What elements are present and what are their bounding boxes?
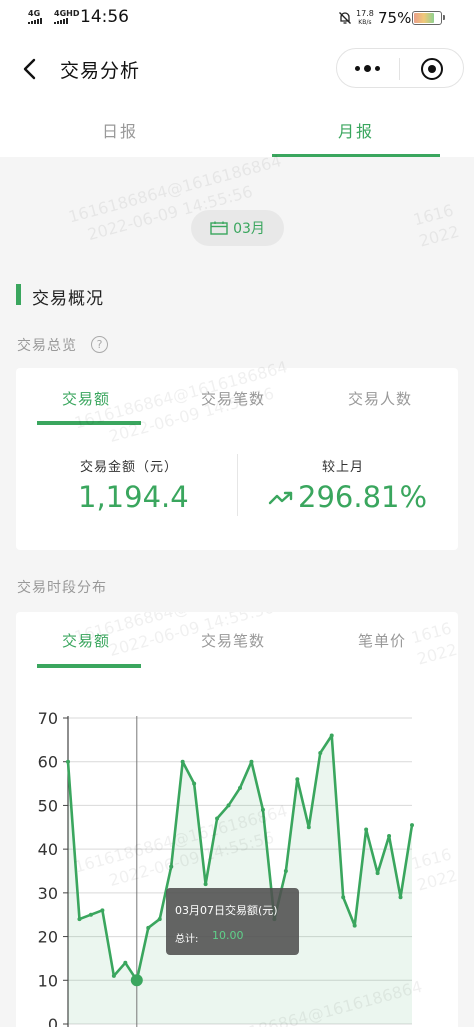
amount-label: 交易金额（元） [80, 460, 179, 475]
y-tick-label: 10 [38, 971, 58, 990]
data-point [295, 777, 300, 782]
overview-tab-indicator [37, 421, 141, 425]
net-speed: 17.8 KB/s [356, 9, 374, 27]
data-point [203, 882, 208, 887]
watermark-partial-id: 1616 [411, 200, 456, 230]
data-point [192, 781, 197, 786]
report-tabs: 日报 月报 [0, 102, 474, 157]
y-tick-label: 70 [38, 709, 58, 728]
data-point [306, 825, 311, 830]
data-point [157, 917, 162, 922]
mini-program-capsule [336, 48, 464, 88]
overview-tab-amount[interactable]: 交易额 [62, 388, 110, 409]
network-label-2: 4GHD [54, 9, 80, 18]
compare-label: 较上月 [322, 460, 365, 475]
distribution-card: 交易额 交易笔数 笔单价 1616186864@1616186864 2022-… [16, 612, 458, 1027]
y-tick-label: 30 [38, 884, 58, 903]
y-tick-label: 60 [38, 753, 58, 772]
signal-icon-2 [54, 18, 68, 24]
data-point [260, 807, 265, 812]
help-icon[interactable]: ? [91, 336, 108, 353]
status-bar: 4G 4GHD 14:56 17.8 KB/s 75% [0, 0, 474, 36]
data-point [238, 785, 242, 790]
y-tick-label: 40 [38, 840, 58, 859]
tab-daily[interactable]: 日报 [102, 118, 138, 142]
data-point [226, 803, 231, 808]
tooltip-value: 10.00 [212, 929, 244, 942]
overview-title: 交易总览 [17, 338, 77, 354]
section-accent-bar [16, 284, 21, 305]
close-circle-icon[interactable] [421, 58, 443, 80]
trend-up-icon [268, 491, 293, 505]
month-label: 03月 [233, 221, 265, 237]
y-tick-label: 50 [38, 796, 58, 815]
battery-icon [412, 11, 445, 25]
net-speed-value: 17.8 [356, 9, 374, 18]
data-point [180, 759, 185, 764]
battery-percent: 75% [378, 9, 412, 27]
signal-icon [28, 18, 42, 24]
capsule-divider [399, 58, 400, 80]
metric-divider [237, 454, 238, 516]
data-point [123, 960, 128, 965]
watermark-partial: 1616 2022 [411, 199, 462, 252]
data-point [341, 895, 346, 900]
data-point [111, 973, 116, 978]
chart-tooltip: 03月07日交易额(元) 总计: 10.00 [166, 888, 299, 955]
calendar-icon [210, 221, 228, 235]
tab-monthly[interactable]: 月报 [338, 118, 374, 142]
overview-card: 交易额 交易笔数 交易人数 1616186864@1616186864 2022… [16, 357, 458, 550]
data-point [146, 925, 151, 930]
data-point [398, 895, 403, 900]
overview-tab-count[interactable]: 交易笔数 [201, 388, 265, 409]
data-point [249, 759, 254, 764]
more-dots-icon[interactable] [355, 65, 380, 72]
y-tick-label: 0 [48, 1015, 58, 1027]
network-label: 4G [28, 9, 41, 18]
data-point [215, 816, 220, 821]
clock: 14:56 [80, 7, 129, 27]
amount-value: 1,194.4 [78, 480, 189, 514]
section-title: 交易概况 [32, 289, 104, 309]
month-picker[interactable]: 03月 [191, 210, 284, 246]
data-point [77, 917, 82, 922]
data-point [329, 733, 334, 738]
distribution-title: 交易时段分布 [17, 580, 107, 596]
watermark-partial-date: 2022 [416, 221, 462, 251]
tooltip-label: 总计: [175, 934, 199, 945]
data-point [88, 912, 93, 917]
data-point [318, 750, 323, 755]
data-point [410, 823, 414, 828]
data-point [364, 827, 369, 832]
y-tick-label: 20 [38, 928, 58, 947]
overview-tab-people[interactable]: 交易人数 [348, 388, 412, 409]
page-title: 交易分析 [60, 60, 141, 82]
back-arrow-icon[interactable] [16, 54, 44, 84]
net-speed-unit: KB/s [358, 19, 372, 26]
data-point [169, 864, 174, 869]
nav-bar: 交易分析 [0, 36, 474, 102]
data-point [352, 923, 357, 928]
highlighted-point [130, 974, 143, 987]
chart: 70 60 50 40 30 20 10 0 [38, 709, 414, 1027]
data-point [387, 834, 392, 839]
mute-bell-icon [339, 12, 351, 24]
compare-value: 296.81% [298, 480, 428, 514]
tab-indicator [272, 154, 440, 157]
data-point [100, 908, 105, 913]
tooltip-title: 03月07日交易额(元) [175, 904, 278, 917]
data-point [66, 759, 70, 764]
data-point [283, 869, 288, 873]
data-point [375, 871, 380, 876]
